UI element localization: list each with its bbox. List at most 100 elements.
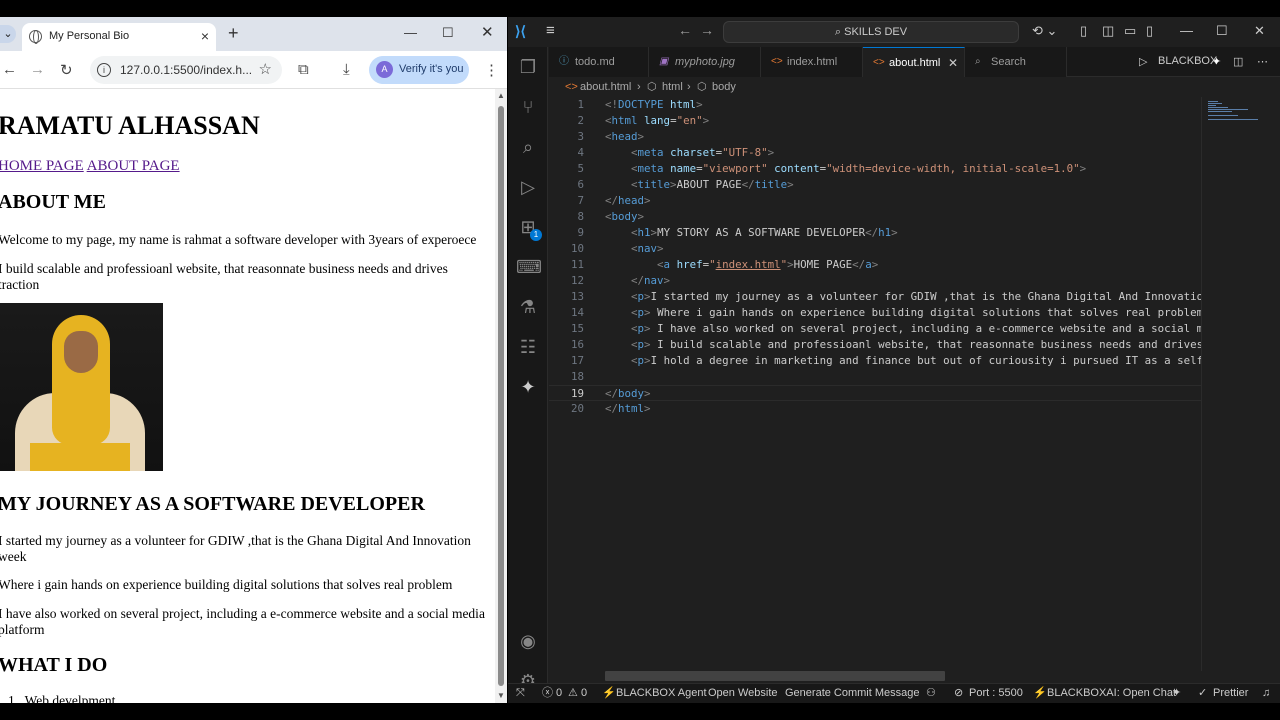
- code-line-current: 19 </body>: [549, 385, 1201, 401]
- search-icon: ⌕: [975, 56, 981, 67]
- sparkle-icon[interactable]: ✦: [1212, 55, 1221, 68]
- tasks-list-icon[interactable]: ☷: [516, 335, 540, 359]
- browser-tab[interactable]: My Personal Bio ×: [22, 23, 216, 51]
- remote-icon[interactable]: ⤧: [516, 684, 525, 703]
- split-editor-icon[interactable]: ◫: [1233, 55, 1243, 68]
- code-line: 3 <head>: [577, 130, 645, 143]
- toggle-panel-icon[interactable]: ▭: [1124, 23, 1136, 39]
- page-scrollbar[interactable]: ▲ ▼: [495, 89, 507, 703]
- breadcrumb-file[interactable]: about.html: [580, 77, 631, 97]
- open-chat-button[interactable]: BLACKBOXAI: Open Chat: [1047, 684, 1176, 703]
- breadcrumb-body[interactable]: body: [712, 77, 736, 97]
- testing-icon[interactable]: ⚗: [516, 295, 540, 319]
- tab-search[interactable]: ⌕ Search: [965, 47, 1067, 77]
- url-text[interactable]: 127.0.0.1:5500/index.h...: [120, 63, 252, 77]
- code-editor[interactable]: 1 <!DOCTYPE html> 2 <html lang="en"> 3 <hea…: [549, 97, 1201, 671]
- copilot-icon[interactable]: ⟲ ⌄: [1032, 23, 1057, 39]
- scrollbar-thumb[interactable]: [498, 106, 504, 686]
- close-tab-icon[interactable]: ✕: [948, 48, 958, 78]
- more-actions-icon[interactable]: ⋯: [1257, 55, 1268, 68]
- generate-commit-button[interactable]: Generate Commit Message: [785, 684, 920, 703]
- screen: ⌄ My Personal Bio × + — ☐ ✕ ← → ↻ i 127.…: [0, 17, 1280, 703]
- minimize-icon[interactable]: —: [1180, 23, 1193, 38]
- sparkle-icon[interactable]: ✦: [1172, 684, 1181, 703]
- html-icon: <>: [873, 57, 885, 68]
- toggle-primary-sidebar-icon[interactable]: ▯: [1080, 23, 1087, 39]
- close-window-icon[interactable]: ✕: [1254, 23, 1265, 39]
- chevron-right-icon: ›: [687, 81, 691, 93]
- journey-paragraph-3: I have also worked on several project, i…: [0, 606, 485, 637]
- warnings-icon[interactable]: ⚠: [568, 684, 578, 703]
- html-icon: <>: [771, 56, 783, 67]
- verify-profile-button[interactable]: A Verify it's you: [369, 56, 469, 84]
- editor-vertical-scrollbar[interactable]: [1267, 97, 1280, 671]
- accounts-icon[interactable]: ◉: [516, 629, 540, 653]
- blackbox-label[interactable]: BLACKBOX: [1158, 55, 1217, 67]
- tab-index-html[interactable]: <> index.html: [761, 47, 863, 77]
- warnings-count[interactable]: 0: [581, 684, 587, 703]
- whatido-heading: WHAT I DO: [0, 654, 108, 676]
- search-icon[interactable]: ⌕: [516, 135, 540, 159]
- ai-sparkle-icon[interactable]: ✦: [516, 375, 540, 399]
- notifications-bell-icon[interactable]: ♫: [1262, 684, 1270, 703]
- menu-kebab-icon[interactable]: ⋮: [484, 61, 499, 79]
- address-bar[interactable]: i 127.0.0.1:5500/index.h... ☆: [90, 56, 282, 84]
- close-tab-icon[interactable]: ×: [201, 28, 209, 44]
- home-page-link[interactable]: HOME PAGE: [0, 158, 84, 174]
- browser-window: ⌄ My Personal Bio × + — ☐ ✕ ← → ↻ i 127.…: [0, 17, 507, 703]
- minimap[interactable]: [1201, 97, 1267, 671]
- site-info-icon[interactable]: i: [97, 63, 111, 77]
- toggle-secondary-layout-icon[interactable]: ◫: [1102, 23, 1114, 39]
- run-debug-icon[interactable]: ▷: [516, 175, 540, 199]
- nav-forward-icon[interactable]: →: [700, 22, 714, 38]
- code-line: 20 </html>: [570, 402, 651, 415]
- scroll-up-icon[interactable]: ▲: [497, 91, 505, 100]
- maximize-icon[interactable]: ☐: [442, 25, 454, 41]
- toggle-secondary-sidebar-icon[interactable]: ▯: [1146, 23, 1153, 39]
- forward-icon[interactable]: →: [30, 61, 45, 78]
- breadcrumb-html[interactable]: html: [662, 77, 683, 97]
- page-title: RAMATU ALHASSAN: [0, 111, 260, 140]
- errors-count[interactable]: 0: [556, 684, 562, 703]
- close-window-icon[interactable]: ✕: [481, 23, 494, 41]
- globe-icon: [29, 30, 42, 44]
- open-website-button[interactable]: Open Website: [708, 684, 778, 703]
- maximize-icon[interactable]: ☐: [1216, 23, 1228, 39]
- tab-search-chevron-icon[interactable]: ⌄: [0, 25, 16, 43]
- command-center[interactable]: ⌕ SKILLS DEV: [723, 21, 1019, 43]
- source-control-icon[interactable]: ⑂: [516, 95, 540, 119]
- errors-icon[interactable]: ⓧ: [542, 684, 553, 703]
- bookmark-star-icon[interactable]: ☆: [259, 60, 272, 78]
- scroll-down-icon[interactable]: ▼: [497, 691, 505, 700]
- tab-myphoto-jpg[interactable]: ▣ myphoto.jpg: [649, 47, 761, 77]
- about-heading: ABOUT ME: [0, 191, 106, 213]
- image-icon: ▣: [659, 56, 669, 67]
- hamburger-menu-icon[interactable]: ≡: [546, 22, 555, 39]
- run-icon[interactable]: ▷: [1139, 55, 1147, 68]
- back-icon[interactable]: ←: [2, 61, 17, 78]
- tab-about-html[interactable]: <> about.html ✕: [863, 47, 965, 77]
- minimize-icon[interactable]: —: [404, 25, 417, 40]
- verify-label: Verify it's you: [399, 63, 464, 75]
- extensions-icon[interactable]: ⧉: [298, 61, 309, 78]
- blackbox-agent-button[interactable]: BLACKBOX Agent: [616, 684, 707, 703]
- lightning-icon: ⚡: [602, 687, 616, 699]
- explorer-files-icon[interactable]: ❐: [516, 55, 540, 79]
- download-icon[interactable]: ⤓: [343, 61, 350, 78]
- prettier-status[interactable]: Prettier: [1213, 684, 1248, 703]
- reload-icon[interactable]: ↻: [60, 61, 73, 79]
- code-line: 9 <h1>MY STORY AS A SOFTWARE DEVELOPER</…: [577, 226, 898, 239]
- nav-back-icon[interactable]: ←: [678, 22, 692, 38]
- about-paragraph-2: I build scalable and professioanl websit…: [0, 261, 448, 292]
- html-icon: <>: [565, 81, 578, 93]
- browser-tabstrip: ⌄ My Personal Bio × + — ☐ ✕: [0, 17, 507, 51]
- tab-todo-md[interactable]: ⓘ todo.md: [549, 47, 649, 77]
- chat-icon[interactable]: ⌨: [516, 255, 542, 279]
- port-status[interactable]: Port : 5500: [969, 684, 1023, 703]
- new-tab-button[interactable]: +: [228, 23, 239, 44]
- copilot-status-icon[interactable]: ⚇: [926, 684, 936, 703]
- breadcrumb: <> about.html › ⬡ html › ⬡ body: [549, 77, 1280, 97]
- code-line: 2 <html lang="en">: [577, 114, 710, 127]
- editor-horizontal-scrollbar[interactable]: [605, 671, 945, 681]
- about-page-link[interactable]: ABOUT PAGE: [87, 158, 180, 174]
